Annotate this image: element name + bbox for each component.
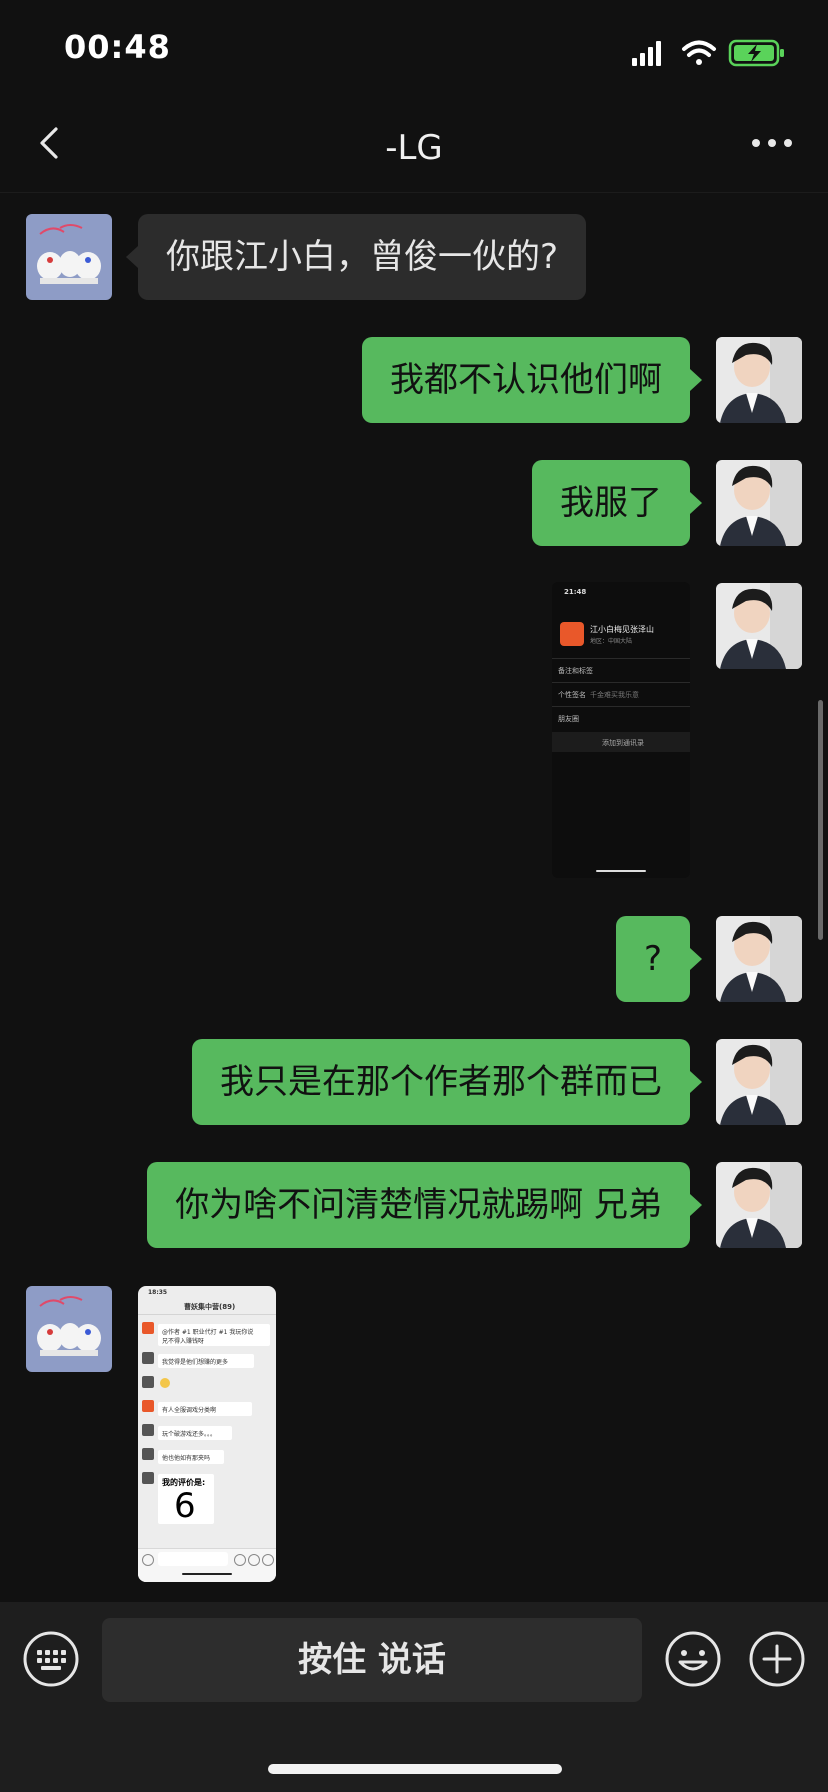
screenshot-region: 地区：中国大陆 <box>590 638 633 645</box>
screenshot-line: 玩个破游戏还多。。。 <box>162 1431 217 1438</box>
my-avatar[interactable] <box>716 583 802 669</box>
my-avatar[interactable] <box>716 460 802 546</box>
contact-avatar[interactable] <box>26 1286 112 1372</box>
screenshot-time: 18:35 <box>148 1289 168 1296</box>
home-indicator <box>268 1764 562 1774</box>
screenshot-rating-value: 6 <box>174 1486 196 1526</box>
message-bubble-outgoing[interactable]: 我都不认识他们啊 <box>362 337 702 423</box>
image-message[interactable]: 21:48 江小白梅见张泽山 地区：中国大陆 备注和标签 个性签名 千金难买我乐… <box>552 582 690 878</box>
emoji-icon[interactable] <box>664 1630 722 1688</box>
profile-logo <box>560 622 584 646</box>
message-bubble-outgoing[interactable]: ? <box>615 916 703 1002</box>
message-bubble-outgoing[interactable]: 你为啥不问清楚情况就踢啊 兄弟 <box>147 1162 702 1248</box>
hold-to-talk-button[interactable]: 按住 说话 <box>102 1618 642 1702</box>
my-avatar[interactable] <box>716 1162 802 1248</box>
battery-charging-icon <box>728 39 784 67</box>
scrollbar[interactable] <box>818 700 823 940</box>
chat-title: -LG <box>385 128 443 168</box>
screenshot-button: 添加到通讯录 <box>602 739 644 747</box>
screenshot-row: 备注和标签 <box>558 667 593 675</box>
message-bubble-incoming[interactable]: 你跟江小白，曾俊一伙的? <box>125 214 587 300</box>
message-bubble-outgoing[interactable]: 我只是在那个作者那个群而已 <box>192 1039 702 1125</box>
screenshot-row: 个性签名 <box>558 691 586 699</box>
my-avatar[interactable] <box>716 1039 802 1125</box>
status-time: 00:48 <box>64 28 171 66</box>
screenshot-name: 江小白梅见张泽山 <box>590 625 654 634</box>
more-dots-icon[interactable] <box>750 136 794 150</box>
message-bubble-outgoing[interactable]: 我服了 <box>532 460 702 546</box>
cellular-signal-icon <box>632 41 661 66</box>
screenshot-group: 曹妖集中营(89) <box>184 1303 236 1311</box>
status-icons <box>632 39 784 67</box>
image-message[interactable]: 18:35 曹妖集中营(89) @作者 #1 职业代打 #1 我玩你说 兄不得入… <box>138 1286 276 1582</box>
screenshot-line: 他也他如有那夹吗 <box>162 1455 211 1462</box>
nav-bar: -LG <box>0 92 828 193</box>
screenshot-line: 兄不得入赚钱呀 <box>162 1338 205 1345</box>
my-avatar[interactable] <box>716 337 802 423</box>
screenshot-line: @作者 #1 职业代打 #1 我玩你说 <box>162 1329 254 1336</box>
keyboard-icon[interactable] <box>22 1630 80 1688</box>
screenshot-time: 21:48 <box>564 588 587 596</box>
input-bar: 按住 说话 <box>0 1602 828 1792</box>
wifi-icon <box>682 40 716 65</box>
contact-avatar[interactable] <box>26 214 112 300</box>
plus-icon[interactable] <box>748 1630 806 1688</box>
my-avatar[interactable] <box>716 916 802 1002</box>
screenshot-line: 我觉得是他们想赚的更多 <box>162 1359 229 1366</box>
screenshot-row: 朋友圈 <box>558 715 579 723</box>
screenshot-signature: 千金难买我乐意 <box>590 691 639 699</box>
screenshot-line: 有人全服调戏分类啊 <box>162 1407 217 1414</box>
